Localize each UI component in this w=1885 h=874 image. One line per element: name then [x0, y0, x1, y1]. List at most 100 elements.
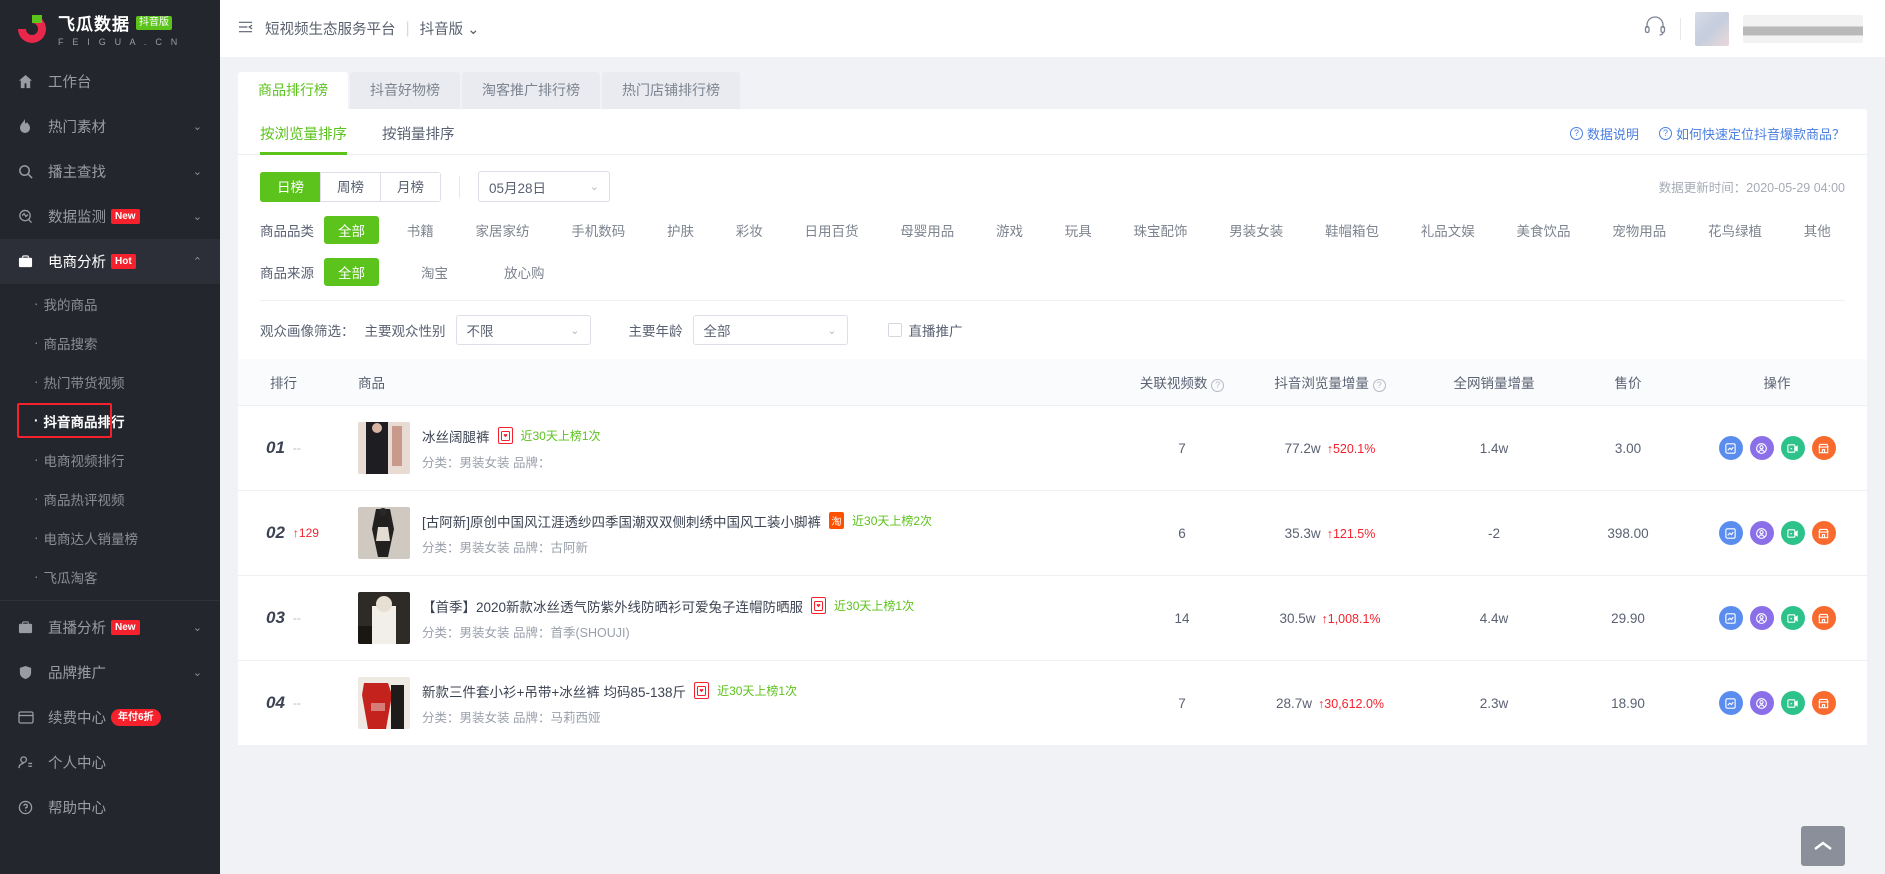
category-chip-makeup[interactable]: 彩妆	[722, 216, 777, 244]
link-how-to-find-hot-products[interactable]: ? 如何快速定位抖音爆款商品？	[1658, 124, 1845, 143]
video-icon[interactable]	[1780, 521, 1805, 545]
video-icon[interactable]	[1780, 691, 1805, 715]
shop-icon[interactable]	[1811, 521, 1836, 545]
question-icon[interactable]: ?	[1211, 379, 1225, 392]
brand-header[interactable]: 飞瓜数据 抖音版 F E I G U A . C N	[0, 0, 220, 57]
category-chip-plants[interactable]: 花鸟绿植	[1694, 216, 1776, 244]
rank-delta: --	[292, 441, 301, 455]
category-chip-games[interactable]: 游戏	[982, 216, 1037, 244]
product-title[interactable]: 【首季】2020新款冰丝透气防紫外线防晒衫可爱兔子连帽防晒服	[422, 596, 803, 616]
tab-taoke-promotion[interactable]: 淘客推广排行榜	[462, 72, 600, 109]
table-row[interactable]: 01 -- 冰丝阔腿裤 近30天上榜1次 分类：男装女装 品牌： 7 77.2w…	[238, 405, 1867, 491]
sidebar-subitem-ecommerce-video-ranking[interactable]: · 电商视频排行	[0, 440, 220, 479]
category-chip-clothing[interactable]: 男装女装	[1215, 216, 1297, 244]
category-chip-jewelry[interactable]: 珠宝配饰	[1120, 216, 1202, 244]
link-data-description[interactable]: ? 数据说明	[1569, 124, 1639, 143]
tab-hot-shops[interactable]: 热门店铺排行榜	[602, 72, 740, 109]
product-thumbnail[interactable]	[358, 677, 410, 729]
category-chip-mobile-digital[interactable]: 手机数码	[557, 216, 639, 244]
helper-links: ? 数据说明 ? 如何快速定位抖音爆款商品？	[1569, 124, 1845, 153]
period-monthly-button[interactable]: 月榜	[380, 171, 441, 202]
sidebar-subitem-douyin-product-ranking[interactable]: · 抖音商品排行	[0, 401, 220, 440]
sidebar-item-help-center[interactable]: 帮助中心	[0, 785, 220, 830]
sidebar-subitem-product-search[interactable]: · 商品搜索	[0, 323, 220, 362]
chevron-down-icon: ⌄	[827, 324, 837, 337]
tab-product-ranking[interactable]: 商品排行榜	[238, 72, 348, 109]
sidebar-subitem-feigua-taoke[interactable]: · 飞瓜淘客	[0, 557, 220, 596]
product-thumbnail[interactable]	[358, 422, 410, 474]
source-chip-all[interactable]: 全部	[324, 258, 379, 286]
sidebar-subitem-product-hot-comment-videos[interactable]: · 商品热评视频	[0, 479, 220, 518]
age-select[interactable]: 全部 ⌄	[692, 315, 848, 345]
cell-video-count: 6	[1123, 490, 1241, 576]
sidebar-collapse-icon[interactable]	[238, 20, 253, 38]
trend-chart-icon[interactable]	[1718, 436, 1743, 460]
subtab-sort-by-sales[interactable]: 按销量排序	[382, 123, 455, 154]
sidebar-item-data-monitor[interactable]: 数据监测 New ⌄	[0, 194, 220, 239]
version-switcher[interactable]: 抖音版 ⌄	[420, 18, 480, 39]
audience-row: 观众画像筛选： 主要观众性别 不限 ⌄ 主要年龄 全部 ⌄ 直播推广	[260, 315, 1845, 345]
product-title[interactable]: 冰丝阔腿裤	[422, 426, 490, 446]
shop-icon[interactable]	[1811, 691, 1836, 715]
title-separator: |	[405, 19, 410, 37]
sidebar-item-brand-promotion[interactable]: 品牌推广 ⌄	[0, 650, 220, 695]
table-row[interactable]: 02 ↑129 [古阿新]原创中国风江涯透纱四季国潮双双侧刺绣中国风工装小脚裤 …	[238, 490, 1867, 576]
trend-chart-icon[interactable]	[1718, 691, 1743, 715]
source-chip-taobao[interactable]: 淘宝	[407, 258, 462, 286]
sidebar-item-workbench[interactable]: 工作台	[0, 59, 220, 104]
sidebar-item-personal-center[interactable]: 个人中心	[0, 740, 220, 785]
tab-douyin-goods[interactable]: 抖音好物榜	[350, 72, 460, 109]
views-percent: ↑1,008.1%	[1321, 611, 1381, 626]
trend-chart-icon[interactable]	[1718, 606, 1743, 630]
table-row[interactable]: 03 -- 【首季】2020新款冰丝透气防紫外线防晒衫可爱兔子连帽防晒服 近30…	[238, 575, 1867, 661]
gender-select[interactable]: 不限 ⌄	[455, 315, 591, 345]
author-icon[interactable]	[1749, 521, 1774, 545]
live-promotion-checkbox[interactable]	[887, 323, 902, 337]
product-title[interactable]: 新款三件套小衫+吊带+冰丝裤 均码85-138斤	[422, 681, 686, 701]
sidebar-item-hot-material[interactable]: 热门素材 ⌄	[0, 104, 220, 149]
sidebar-item-live-analysis[interactable]: 直播分析 New ⌄	[0, 605, 220, 650]
category-chip-books[interactable]: 书籍	[393, 216, 448, 244]
date-select[interactable]: 05月28日 ⌄	[478, 171, 610, 202]
category-chip-home-textile[interactable]: 家居家纺	[462, 216, 544, 244]
product-thumbnail[interactable]	[358, 507, 410, 559]
sidebar-label: 个人中心	[48, 756, 106, 772]
category-chip-food-drink[interactable]: 美食饮品	[1503, 216, 1585, 244]
author-icon[interactable]	[1749, 691, 1774, 715]
category-chip-gifts-culture[interactable]: 礼品文娱	[1407, 216, 1489, 244]
author-icon[interactable]	[1749, 436, 1774, 460]
headset-support-icon[interactable]	[1644, 15, 1666, 42]
author-icon[interactable]	[1749, 606, 1774, 630]
category-chip-maternal-baby[interactable]: 母婴用品	[886, 216, 968, 244]
sidebar-subitem-ecommerce-influencer-sales[interactable]: · 电商达人销量榜	[0, 518, 220, 557]
question-icon[interactable]: ?	[1372, 379, 1386, 392]
category-chip-toys[interactable]: 玩具	[1051, 216, 1106, 244]
video-icon[interactable]	[1780, 436, 1805, 460]
category-chip-shoes-bags[interactable]: 鞋帽箱包	[1311, 216, 1393, 244]
discount-badge: 年付6折	[111, 709, 161, 726]
sidebar-subitem-my-products[interactable]: · 我的商品	[0, 284, 220, 323]
category-chip-skincare[interactable]: 护肤	[653, 216, 708, 244]
subtab-sort-by-views[interactable]: 按浏览量排序	[260, 123, 347, 155]
category-chip-other[interactable]: 其他	[1790, 216, 1845, 244]
source-chip-fangxingou[interactable]: 放心购	[490, 258, 559, 286]
sidebar-item-ecommerce-analysis[interactable]: 电商分析 Hot ⌃	[0, 239, 220, 284]
avatar[interactable]	[1695, 11, 1729, 46]
category-chip-daily-goods[interactable]: 日用百货	[791, 216, 873, 244]
trend-chart-icon[interactable]	[1718, 521, 1743, 545]
product-thumbnail[interactable]	[358, 592, 410, 644]
period-weekly-button[interactable]: 周榜	[320, 171, 380, 202]
sidebar-item-renewal-center[interactable]: 续费中心 年付6折	[0, 695, 220, 740]
category-chip-pet-supplies[interactable]: 宠物用品	[1598, 216, 1680, 244]
product-title[interactable]: [古阿新]原创中国风江涯透纱四季国潮双双侧刺绣中国风工装小脚裤	[422, 511, 821, 531]
sidebar-subitem-hot-selling-videos[interactable]: · 热门带货视频	[0, 362, 220, 401]
sidebar-item-anchor-search[interactable]: 播主查找 ⌄	[0, 149, 220, 194]
category-chip-all[interactable]: 全部	[324, 216, 379, 244]
table-row[interactable]: 04 -- 新款三件套小衫+吊带+冰丝裤 均码85-138斤 近30天上榜1次 …	[238, 660, 1867, 746]
back-to-top-button[interactable]	[1801, 826, 1845, 866]
period-daily-button[interactable]: 日榜	[260, 171, 320, 202]
shop-icon[interactable]	[1811, 436, 1836, 460]
cell-product: 冰丝阔腿裤 近30天上榜1次 分类：男装女装 品牌：	[346, 405, 1123, 491]
shop-icon[interactable]	[1811, 606, 1836, 630]
video-icon[interactable]	[1780, 606, 1805, 630]
